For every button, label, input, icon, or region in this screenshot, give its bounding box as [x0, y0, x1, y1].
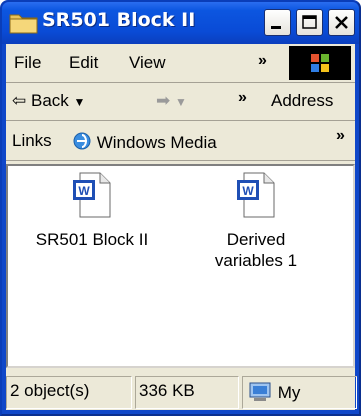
close-button[interactable]: [328, 9, 355, 36]
close-icon: [335, 16, 348, 29]
windows-logo: [289, 46, 351, 80]
word-document-icon: W: [237, 172, 275, 218]
status-location-label: My: [277, 383, 301, 402]
word-document-icon: W: [73, 172, 111, 218]
status-size: 336 KB: [135, 376, 239, 409]
file-item[interactable]: W SR501 Block II: [12, 172, 172, 250]
menu-file[interactable]: File: [14, 53, 41, 73]
file-view[interactable]: W SR501 Block II W Derived variables 1: [6, 164, 355, 368]
forward-button[interactable]: ➡ ▼: [156, 91, 187, 111]
windows-media-link[interactable]: Windows Media: [72, 131, 217, 153]
windows-media-label: Windows Media: [96, 133, 217, 152]
menu-view[interactable]: View: [129, 53, 166, 73]
forward-dropdown-icon: ▼: [174, 95, 187, 109]
back-button[interactable]: ⇦ Back ▼: [12, 91, 85, 111]
folder-icon: [9, 14, 38, 34]
status-location: My: [242, 376, 357, 409]
menu-overflow-chevron[interactable]: »: [258, 52, 267, 70]
explorer-window: SR501 Block II File Edit View » ⇦ Back ▼…: [0, 0, 361, 416]
minimize-button[interactable]: [264, 9, 291, 36]
windows-flag-icon: [311, 54, 329, 72]
toolbar-overflow-chevron[interactable]: »: [238, 89, 247, 107]
status-object-count: 2 object(s): [6, 376, 132, 409]
internet-explorer-icon: [73, 132, 91, 150]
links-label: Links: [12, 131, 52, 150]
svg-text:W: W: [242, 184, 254, 198]
back-arrow-icon: ⇦: [12, 91, 27, 110]
my-computer-icon: [249, 382, 271, 401]
file-item[interactable]: W Derived variables 1: [176, 172, 336, 271]
links-bar: Links Windows Media »: [6, 121, 355, 161]
file-name: SR501 Block II: [35, 230, 149, 249]
maximize-icon: [302, 15, 317, 29]
svg-text:W: W: [78, 184, 90, 198]
maximize-button[interactable]: [296, 9, 323, 36]
links-overflow-chevron[interactable]: »: [336, 127, 345, 145]
window-title: SR501 Block II: [42, 9, 196, 31]
address-label: Address: [271, 91, 334, 110]
file-name: Derived variables 1: [214, 230, 298, 270]
window-client: File Edit View » ⇦ Back ▼ ➡ ▼ » Address …: [6, 44, 357, 412]
title-bar[interactable]: SR501 Block II: [2, 2, 359, 44]
standard-toolbar: ⇦ Back ▼ ➡ ▼ » Address: [6, 83, 355, 121]
status-bar: 2 object(s) 336 KB My: [6, 373, 357, 412]
back-dropdown-icon[interactable]: ▼: [74, 95, 86, 109]
menu-edit[interactable]: Edit: [69, 53, 98, 73]
menu-bar: File Edit View »: [6, 44, 355, 83]
minimize-icon: [271, 26, 281, 29]
back-label: Back: [30, 91, 69, 110]
forward-arrow-icon: ➡: [156, 91, 171, 110]
